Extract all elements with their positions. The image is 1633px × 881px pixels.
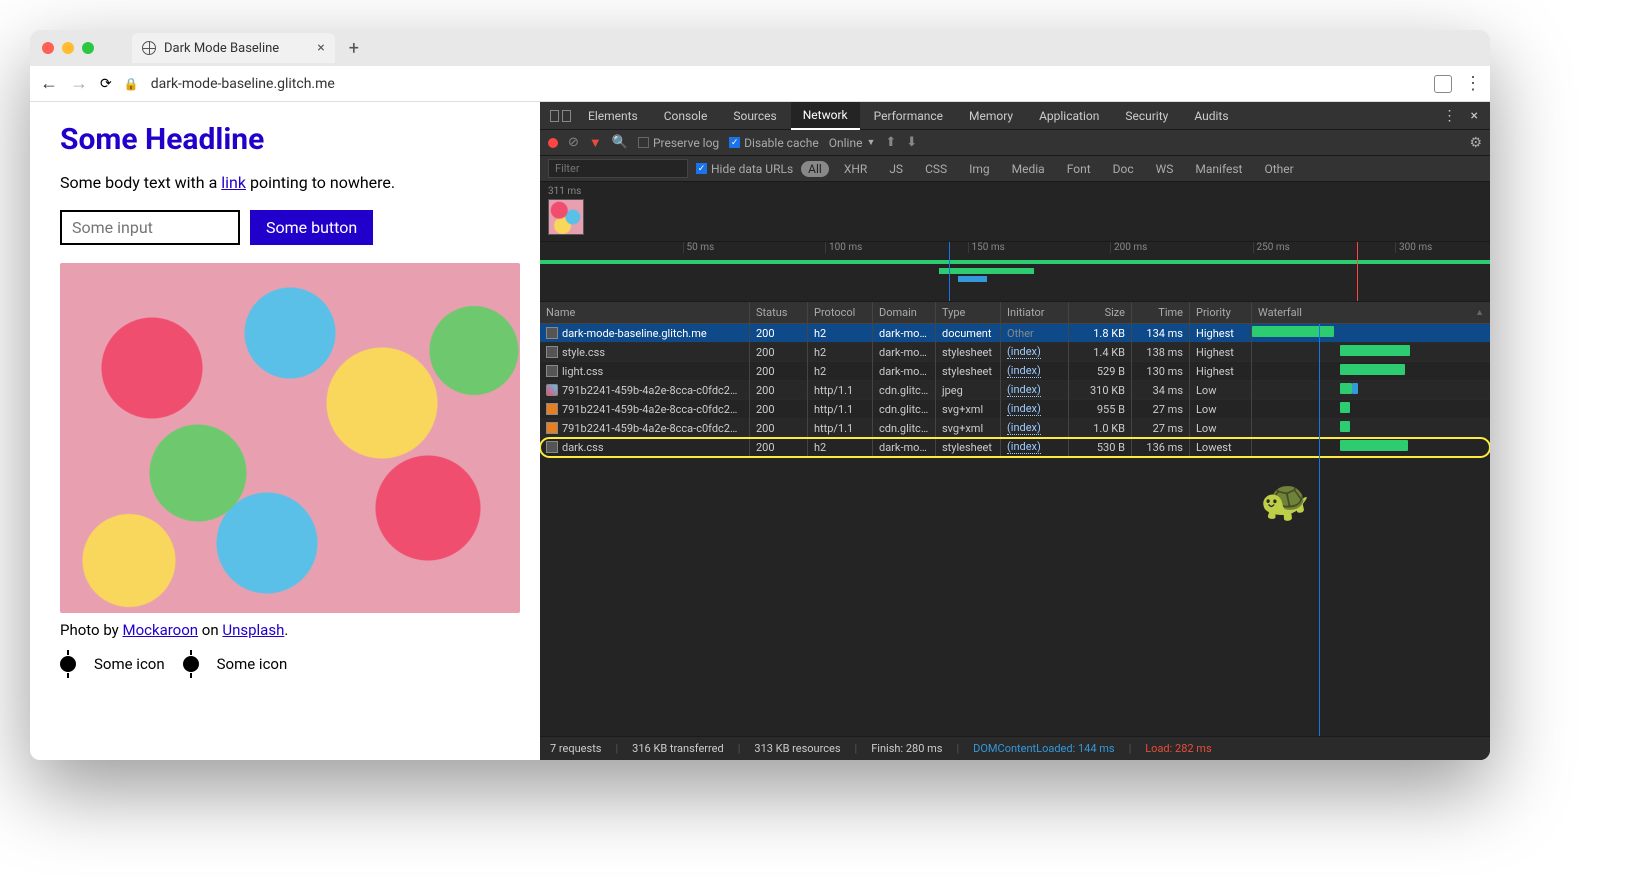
filter-type-font[interactable]: Font (1060, 161, 1098, 177)
overview-pane[interactable]: 311 ms (540, 182, 1490, 242)
gear-icon[interactable]: ⚙ (1469, 135, 1482, 151)
timeline-tick: 50 ms (683, 242, 715, 253)
tab-title: Dark Mode Baseline (164, 41, 279, 56)
devtools-close-icon[interactable]: × (1465, 108, 1484, 124)
filter-type-other[interactable]: Other (1257, 161, 1300, 177)
screenshot-thumb[interactable] (548, 199, 584, 235)
browser-tab[interactable]: Dark Mode Baseline × (132, 33, 335, 63)
devtools-tab-console[interactable]: Console (652, 103, 720, 129)
status-requests: 7 requests (550, 742, 601, 755)
status-dcl: DOMContentLoaded: 144 ms (973, 742, 1114, 755)
devtools-menu-icon[interactable]: ⋮ (1437, 108, 1463, 124)
timeline-tick: 100 ms (825, 242, 862, 253)
filter-type-manifest[interactable]: Manifest (1188, 161, 1249, 177)
lock-icon[interactable]: 🔒 (124, 77, 139, 91)
icon-row: Some icon Some icon (60, 655, 510, 673)
forward-button[interactable]: → (70, 73, 88, 94)
timeline-pane[interactable]: 50 ms 100 ms 150 ms 200 ms 250 ms 300 ms (540, 242, 1490, 302)
traffic-light-min[interactable] (62, 42, 74, 54)
browser-menu-icon[interactable]: ⋮ (1464, 73, 1480, 94)
devtools-panel: ElementsConsoleSourcesNetworkPerformance… (540, 102, 1490, 760)
extension-icon[interactable] (1434, 75, 1452, 93)
window-title-bar: Dark Mode Baseline × + (30, 30, 1490, 66)
devtools-tab-performance[interactable]: Performance (862, 103, 955, 129)
author-link[interactable]: Mockaroon (122, 621, 198, 639)
bulb-icon (60, 656, 76, 672)
disable-cache-checkbox[interactable]: ✓Disable cache (729, 136, 819, 150)
network-table: Name Status Protocol Domain Type Initiat… (540, 302, 1490, 736)
traffic-light-max[interactable] (82, 42, 94, 54)
url-text[interactable]: dark-mode-baseline.glitch.me (151, 76, 335, 92)
demo-input[interactable] (60, 210, 240, 245)
reload-button[interactable]: ⟳ (100, 76, 112, 92)
body-link[interactable]: link (221, 173, 246, 192)
photo-caption: Photo by Mockaroon on Unsplash. (60, 621, 510, 639)
status-resources: 313 KB resources (754, 742, 840, 755)
table-header[interactable]: Name Status Protocol Domain Type Initiat… (540, 302, 1490, 324)
devtools-tab-memory[interactable]: Memory (957, 103, 1025, 129)
throttling-select[interactable]: Online ▼ (829, 136, 876, 150)
devtools-tabs: ElementsConsoleSourcesNetworkPerformance… (540, 102, 1490, 130)
preserve-log-checkbox[interactable]: Preserve log (638, 136, 719, 150)
hide-urls-checkbox[interactable]: ✓Hide data URLs (696, 162, 793, 176)
filter-icon[interactable]: ▼ (589, 135, 602, 151)
traffic-light-close[interactable] (42, 42, 54, 54)
status-finish: Finish: 280 ms (871, 742, 942, 755)
download-icon[interactable]: ⬇ (906, 135, 917, 150)
filter-bar: ✓Hide data URLs All XHR JS CSS Img Media Font D… (540, 156, 1490, 182)
timeline-tick: 200 ms (1110, 242, 1147, 253)
devtools-tab-security[interactable]: Security (1113, 103, 1180, 129)
filter-type-doc[interactable]: Doc (1106, 161, 1141, 177)
timeline-tick: 250 ms (1253, 242, 1290, 253)
filter-type-media[interactable]: Media (1005, 161, 1052, 177)
demo-photo (60, 263, 520, 613)
overview-time-label: 311 ms (548, 186, 1482, 197)
network-row[interactable]: dark.css200h2dark-mo…stylesheet(index)53… (540, 438, 1490, 457)
page-headline: Some Headline (60, 122, 510, 157)
record-button[interactable] (548, 138, 558, 148)
site-link[interactable]: Unsplash (222, 621, 284, 639)
back-button[interactable]: ← (40, 73, 58, 94)
status-load: Load: 282 ms (1145, 742, 1211, 755)
timeline-tick: 300 ms (1395, 242, 1432, 253)
page-viewport: Some Headline Some body text with a link… (30, 102, 540, 760)
new-tab-button[interactable]: + (349, 38, 359, 59)
filter-input[interactable] (548, 159, 688, 178)
devtools-tab-elements[interactable]: Elements (576, 103, 650, 129)
devtools-tab-audits[interactable]: Audits (1182, 103, 1240, 129)
browser-window: Dark Mode Baseline × + ← → ⟳ 🔒 dark-mode… (30, 30, 1490, 760)
status-bar: 7 requests| 316 KB transferred| 313 KB r… (540, 736, 1490, 760)
filter-type-all[interactable]: All (801, 161, 829, 177)
filter-type-xhr[interactable]: XHR (837, 161, 874, 177)
filter-type-css[interactable]: CSS (918, 161, 954, 177)
network-toolbar: ⊘ ▼ 🔍 Preserve log ✓Disable cache Online… (540, 130, 1490, 156)
filter-type-js[interactable]: JS (882, 161, 910, 177)
status-transferred: 316 KB transferred (632, 742, 724, 755)
clear-button[interactable]: ⊘ (568, 135, 579, 150)
close-tab-icon[interactable]: × (317, 40, 324, 56)
devtools-tab-application[interactable]: Application (1027, 103, 1111, 129)
turtle-emoji: 🐢 (1260, 477, 1310, 524)
globe-icon (142, 41, 156, 55)
bulb-icon (183, 656, 199, 672)
search-icon[interactable]: 🔍 (612, 135, 628, 150)
filter-type-ws[interactable]: WS (1149, 161, 1181, 177)
upload-icon[interactable]: ⬆ (885, 135, 896, 150)
filter-type-img[interactable]: Img (962, 161, 997, 177)
demo-button[interactable]: Some button (250, 210, 373, 245)
devtools-tab-network[interactable]: Network (791, 102, 860, 130)
address-bar: ← → ⟳ 🔒 dark-mode-baseline.glitch.me ⋮ (30, 66, 1490, 102)
page-body-text: Some body text with a link pointing to n… (60, 173, 510, 192)
devtools-tab-sources[interactable]: Sources (721, 103, 788, 129)
inspect-icon[interactable] (546, 110, 574, 122)
timeline-tick: 150 ms (968, 242, 1005, 253)
